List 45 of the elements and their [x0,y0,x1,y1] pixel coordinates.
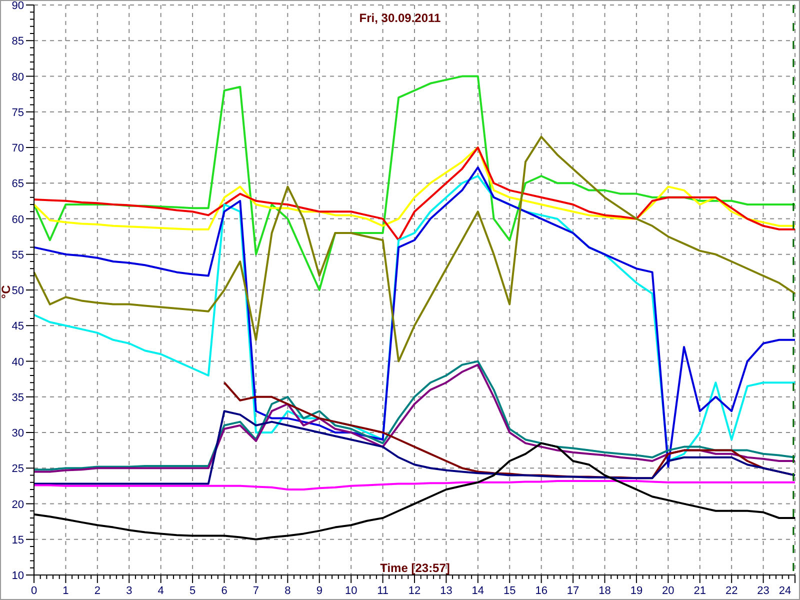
x-tick-label: 18 [598,585,611,597]
y-tick-label: 90 [12,0,24,12]
x-tick-label: 10 [344,585,358,597]
y-tick-label: 20 [12,498,24,511]
y-tick-label: 55 [12,249,24,262]
x-tick-label: 14 [472,585,484,597]
chart-title: Fri, 30.09.2011 [359,11,441,25]
y-tick-label: 45 [12,320,24,333]
x-tick-label: 0 [30,585,38,597]
y-tick-label: 25 [12,463,24,476]
y-tick-label: 50 [12,285,24,297]
y-tick-label: 80 [12,71,24,84]
x-tick-label: 15 [504,585,516,597]
y-tick-label: 35 [12,392,24,404]
y-tick-label: 85 [12,36,24,48]
y-tick-label: 40 [12,356,24,368]
y-tick-label: 65 [12,178,24,190]
y-tick-label: 15 [12,534,24,546]
x-tick-label: 3 [126,585,132,597]
x-tick-label: 16 [535,585,548,597]
x-tick-label: 11 [377,585,388,597]
x-tick-label: 23 [757,585,770,597]
x-tick-label: 2 [94,585,100,597]
x-tick-label: 20 [662,585,674,597]
x-tick-label: 8 [284,585,291,597]
y-tick-label: 70 [12,142,24,154]
y-tick-label: 10 [12,570,24,582]
y-tick-label: 30 [12,428,24,440]
x-tick-label: 21 [694,585,706,597]
x-tick-label: 22 [725,585,738,597]
x-tick-label: 6 [221,585,228,597]
x-tick-label: 4 [158,585,164,597]
x-tick-label: 7 [252,585,260,597]
x-tick-label: 13 [440,585,452,597]
x-tick-label: 19 [630,585,643,597]
x-tick-label: 17 [566,585,580,597]
x-tick-label: 5 [189,585,196,597]
x-tick-label: 24 [778,585,792,597]
y-tick-label: 75 [12,106,24,119]
x-tick-label: 12 [408,585,421,597]
x-tick-label: 1 [62,585,69,597]
x-tick-label: 9 [316,585,322,597]
y-axis-label: °C [0,285,13,299]
x-axis-label: Time [23:57] [380,561,450,575]
y-tick-label: 60 [12,214,24,226]
